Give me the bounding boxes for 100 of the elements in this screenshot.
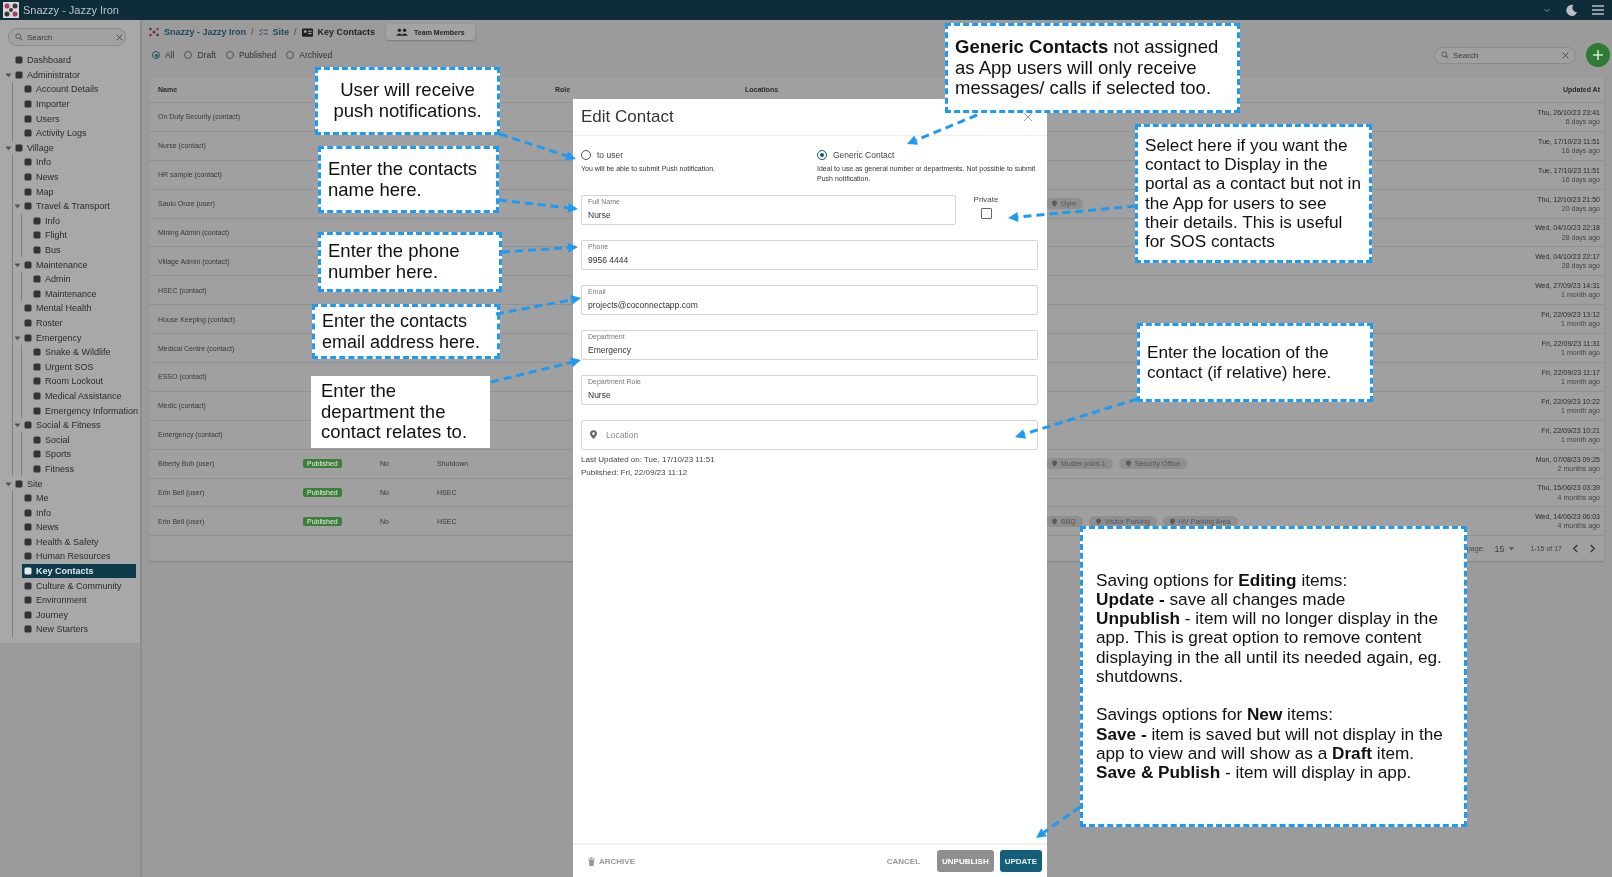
- caret-icon[interactable]: [4, 480, 13, 487]
- menu-icon[interactable]: [1592, 5, 1604, 15]
- callout-text: User will receive push notifications.: [332, 80, 483, 122]
- rows-per-page-select[interactable]: 15: [1494, 543, 1515, 554]
- caret-icon[interactable]: [13, 261, 22, 268]
- caret-icon[interactable]: [4, 144, 13, 151]
- pin-icon: [1052, 200, 1057, 208]
- sidebar-item[interactable]: Social: [31, 432, 140, 447]
- sidebar-item[interactable]: Map: [22, 184, 140, 199]
- sidebar-item[interactable]: Journey: [22, 607, 140, 622]
- meta-text: Last Updated on: Tue, 17/10/23 11:51: [581, 454, 716, 464]
- square-icon: [15, 143, 23, 152]
- sidebar-item[interactable]: Importer: [22, 97, 140, 112]
- square-icon: [24, 187, 32, 196]
- close-icon[interactable]: [1023, 112, 1033, 122]
- dialog-title: Edit Contact: [581, 107, 674, 127]
- sidebar-item[interactable]: Emergency Information: [31, 403, 141, 418]
- private-checkbox[interactable]: [980, 207, 992, 219]
- sidebar-item[interactable]: Social & Fitness: [22, 418, 140, 433]
- sidebar-item[interactable]: Activity Logs: [22, 126, 140, 141]
- search-field[interactable]: Search: [8, 28, 126, 46]
- sidebar-item[interactable]: Urgent SOS: [31, 359, 140, 374]
- chevron-down-icon[interactable]: [1543, 6, 1551, 14]
- square-icon: [33, 377, 41, 386]
- sidebar-item[interactable]: Flight: [31, 228, 140, 243]
- chevron-right-icon[interactable]: [1589, 544, 1596, 554]
- caret-icon[interactable]: [13, 422, 22, 429]
- sidebar-item[interactable]: Fitness: [31, 461, 140, 476]
- sidebar-item[interactable]: Travel & Transport: [22, 199, 140, 214]
- caret-icon[interactable]: [4, 71, 13, 78]
- square-icon: [24, 537, 32, 546]
- sidebar-item[interactable]: Culture & Community: [22, 578, 140, 593]
- pin-icon: [1095, 517, 1101, 525]
- sidebar-item[interactable]: Me: [22, 491, 140, 506]
- square-icon: [33, 275, 41, 284]
- moon-icon[interactable]: [1565, 3, 1578, 17]
- caret-icon[interactable]: [13, 334, 22, 341]
- sidebar-item[interactable]: Room Lockout: [31, 374, 140, 389]
- breadcrumb-current: Key Contacts: [317, 27, 376, 37]
- sidebar-item[interactable]: Village: [13, 140, 140, 155]
- radio-label[interactable]: to user: [597, 150, 623, 160]
- breadcrumb-link[interactable]: Snazzy - Jazzy Iron: [164, 27, 247, 37]
- sidebar-item[interactable]: Key Contacts: [22, 564, 136, 579]
- sidebar-item[interactable]: Emergency: [22, 330, 140, 345]
- square-icon: [24, 85, 32, 94]
- add-button[interactable]: [1586, 43, 1610, 67]
- sidebar-item[interactable]: Site: [13, 476, 140, 491]
- filter-label[interactable]: Archived: [299, 50, 333, 60]
- square-icon: [15, 479, 23, 488]
- dialog-button[interactable]: UNPUBLISH: [937, 850, 994, 872]
- square-icon: [24, 567, 32, 576]
- chevron-left-icon[interactable]: [1572, 544, 1579, 554]
- clear-icon[interactable]: [116, 33, 123, 41]
- sidebar-item[interactable]: New Starters: [22, 622, 140, 637]
- sidebar-item[interactable]: Info: [22, 155, 140, 170]
- square-icon: [24, 114, 32, 123]
- sidebar-item[interactable]: Snake & Wildlife: [31, 345, 140, 360]
- pin-icon: [1125, 460, 1131, 468]
- sidebar-item[interactable]: Environment: [22, 593, 140, 608]
- filter-label[interactable]: Draft: [197, 50, 216, 60]
- search-field[interactable]: Search: [1434, 46, 1576, 64]
- sidebar-item[interactable]: Admin: [31, 272, 140, 287]
- square-icon: [24, 202, 32, 211]
- caret-icon[interactable]: [13, 203, 22, 210]
- sidebar-item[interactable]: Medical Assistance: [31, 388, 140, 403]
- sidebar-item[interactable]: Bus: [31, 243, 140, 257]
- sidebar-item[interactable]: Maintenance: [22, 257, 140, 272]
- sidebar-item[interactable]: Info: [31, 213, 140, 228]
- callout-text: Savings options for New items:: [1096, 705, 1334, 725]
- square-icon: [24, 494, 32, 503]
- sidebar-item[interactable]: Mental Health: [22, 301, 140, 316]
- sidebar-item[interactable]: Account Details: [22, 82, 140, 97]
- square-icon: [33, 289, 41, 298]
- filter-label[interactable]: Published: [238, 50, 277, 60]
- sidebar-item[interactable]: News: [22, 170, 140, 185]
- callout-text: Select here if you want the contact to Display in the portal as a contact but not in the App for users to see their details. This is useful for SOS contacts: [1145, 135, 1362, 252]
- filter-label[interactable]: All: [165, 50, 175, 60]
- sidebar-item[interactable]: Administrator: [13, 67, 140, 82]
- square-icon: [24, 319, 32, 327]
- square-icon: [33, 246, 41, 254]
- sidebar-item[interactable]: Users: [22, 111, 140, 126]
- dialog-button[interactable]: UPDATE: [999, 850, 1042, 872]
- radio-label[interactable]: Generic Contact: [833, 150, 895, 160]
- sidebar-item[interactable]: Dashboard: [13, 53, 140, 68]
- square-icon: [24, 129, 32, 138]
- sidebar-item[interactable]: Sports: [31, 447, 140, 462]
- sidebar-item[interactable]: Health & Safety: [22, 534, 140, 549]
- square-icon: [33, 348, 41, 357]
- breadcrumb-link[interactable]: Site: [272, 27, 290, 37]
- logo-icon: [149, 27, 159, 37]
- square-icon: [24, 173, 32, 182]
- sidebar-item[interactable]: Info: [22, 505, 140, 520]
- sidebar-item[interactable]: News: [22, 520, 140, 535]
- clear-icon[interactable]: [1562, 51, 1569, 59]
- callout-text: Saving options for Editing items:: [1096, 570, 1349, 590]
- sidebar-item[interactable]: Maintenance: [31, 286, 140, 301]
- sidebar-item[interactable]: Roster: [22, 316, 140, 330]
- sidebar-item[interactable]: Human Resources: [22, 549, 140, 564]
- location-field[interactable]: Location: [581, 419, 1038, 450]
- square-icon: [24, 260, 32, 269]
